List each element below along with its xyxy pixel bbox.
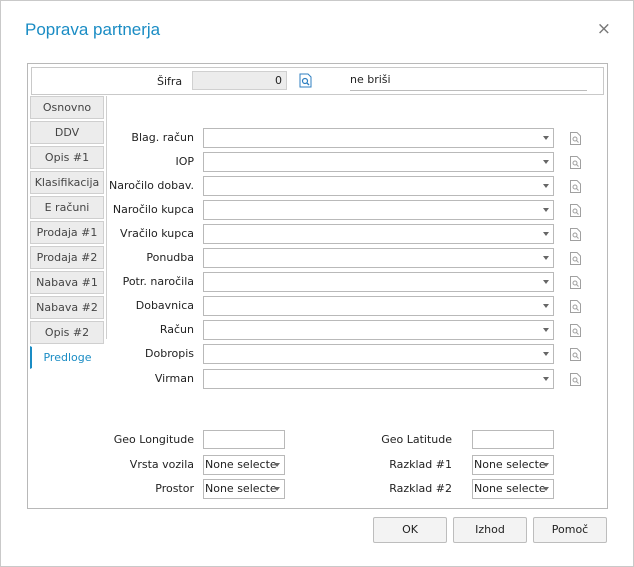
ne-brisi-field[interactable]: ne briši bbox=[350, 71, 587, 91]
sifra-label: Šifra bbox=[157, 75, 183, 88]
tab-prodaja-1[interactable]: Prodaja #1 bbox=[30, 221, 104, 244]
chevron-down-icon bbox=[543, 184, 549, 188]
document-search-icon[interactable] bbox=[570, 300, 581, 313]
chevron-down-icon bbox=[543, 208, 549, 212]
chevron-down-icon bbox=[543, 256, 549, 260]
blag-racun-select[interactable] bbox=[203, 128, 554, 148]
chevron-down-icon bbox=[274, 463, 280, 467]
chevron-down-icon bbox=[543, 304, 549, 308]
vrsta-vozila-select[interactable]: None selected bbox=[203, 455, 285, 475]
razklad-1-label: Razklad #1 bbox=[389, 458, 452, 471]
iop-select[interactable] bbox=[203, 152, 554, 172]
prostor-label: Prostor bbox=[155, 482, 194, 495]
geo-latitude-label: Geo Latitude bbox=[381, 433, 452, 446]
vrsta-vozila-label: Vrsta vozila bbox=[129, 458, 194, 471]
ponudba-select[interactable] bbox=[203, 248, 554, 268]
chevron-down-icon bbox=[543, 136, 549, 140]
field-label: Vračilo kupca bbox=[120, 227, 194, 240]
document-search-icon[interactable] bbox=[570, 348, 581, 361]
dialog-title: Poprava partnerja bbox=[25, 20, 161, 39]
prostor-select[interactable]: None selected bbox=[203, 479, 285, 499]
chevron-down-icon bbox=[543, 377, 549, 381]
document-search-icon[interactable] bbox=[570, 252, 581, 265]
header-row: Šifra 0 ne briši bbox=[31, 67, 604, 95]
razklad-1-select[interactable]: None selected bbox=[472, 455, 554, 475]
tab-opis-1[interactable]: Opis #1 bbox=[30, 146, 104, 169]
dobropis-select[interactable] bbox=[203, 344, 554, 364]
pomoc-button[interactable]: Pomoč bbox=[533, 517, 607, 543]
geo-latitude-field[interactable] bbox=[472, 430, 554, 449]
tab-klasifikacija[interactable]: Klasifikacija bbox=[30, 171, 104, 194]
tab-e-racuni[interactable]: E računi bbox=[30, 196, 104, 219]
tab-osnovno[interactable]: Osnovno bbox=[30, 96, 104, 119]
chevron-down-icon bbox=[543, 352, 549, 356]
geo-longitude-label: Geo Longitude bbox=[113, 433, 194, 446]
chevron-down-icon bbox=[543, 280, 549, 284]
chevron-down-icon bbox=[543, 232, 549, 236]
tab-prodaja-2[interactable]: Prodaja #2 bbox=[30, 246, 104, 269]
field-label: Ponudba bbox=[146, 251, 194, 264]
vracilo-kupca-select[interactable] bbox=[203, 224, 554, 244]
field-label: Potr. naročila bbox=[122, 275, 194, 288]
lookup-icon[interactable] bbox=[299, 73, 312, 88]
chevron-down-icon bbox=[543, 487, 549, 491]
geo-longitude-field[interactable] bbox=[203, 430, 285, 449]
chevron-down-icon bbox=[543, 160, 549, 164]
razklad-2-select[interactable]: None selected bbox=[472, 479, 554, 499]
dobavnica-select[interactable] bbox=[203, 296, 554, 316]
document-search-icon[interactable] bbox=[570, 228, 581, 241]
close-icon[interactable]: × bbox=[597, 20, 611, 38]
field-label: IOP bbox=[175, 155, 194, 168]
document-search-icon[interactable] bbox=[570, 276, 581, 289]
narocilo-dobav-select[interactable] bbox=[203, 176, 554, 196]
chevron-down-icon bbox=[274, 487, 280, 491]
document-search-icon[interactable] bbox=[570, 204, 581, 217]
tab-opis-2[interactable]: Opis #2 bbox=[30, 321, 104, 344]
field-label: Dobropis bbox=[145, 347, 194, 360]
chevron-down-icon bbox=[543, 463, 549, 467]
field-label: Račun bbox=[159, 323, 194, 336]
potr-narocila-select[interactable] bbox=[203, 272, 554, 292]
tab-nabava-2[interactable]: Nabava #2 bbox=[30, 296, 104, 319]
dialog-window: Poprava partnerja × Šifra 0 ne briši Osn… bbox=[0, 0, 634, 567]
chevron-down-icon bbox=[543, 328, 549, 332]
document-search-icon[interactable] bbox=[570, 132, 581, 145]
select-value: None selected bbox=[205, 458, 277, 471]
field-label: Virman bbox=[154, 372, 194, 385]
tab-nabava-1[interactable]: Nabava #1 bbox=[30, 271, 104, 294]
field-label: Naročilo dobav. bbox=[109, 179, 194, 192]
ok-button[interactable]: OK bbox=[373, 517, 447, 543]
tab-predloge[interactable]: Predloge bbox=[30, 346, 104, 369]
racun-select[interactable] bbox=[203, 320, 554, 340]
field-label: Naročilo kupca bbox=[112, 203, 194, 216]
document-search-icon[interactable] bbox=[570, 373, 581, 386]
razklad-2-label: Razklad #2 bbox=[389, 482, 452, 495]
document-search-icon[interactable] bbox=[570, 324, 581, 337]
document-search-icon[interactable] bbox=[570, 180, 581, 193]
document-search-icon[interactable] bbox=[570, 156, 581, 169]
select-value: None selected bbox=[205, 482, 277, 495]
select-value: None selected bbox=[474, 458, 546, 471]
sifra-field[interactable]: 0 bbox=[192, 71, 287, 90]
field-label: Blag. račun bbox=[131, 131, 194, 144]
field-label: Dobavnica bbox=[135, 299, 194, 312]
tab-ddv[interactable]: DDV bbox=[30, 121, 104, 144]
select-value: None selected bbox=[474, 482, 546, 495]
izhod-button[interactable]: Izhod bbox=[453, 517, 527, 543]
narocilo-kupca-select[interactable] bbox=[203, 200, 554, 220]
virman-select[interactable] bbox=[203, 369, 554, 389]
